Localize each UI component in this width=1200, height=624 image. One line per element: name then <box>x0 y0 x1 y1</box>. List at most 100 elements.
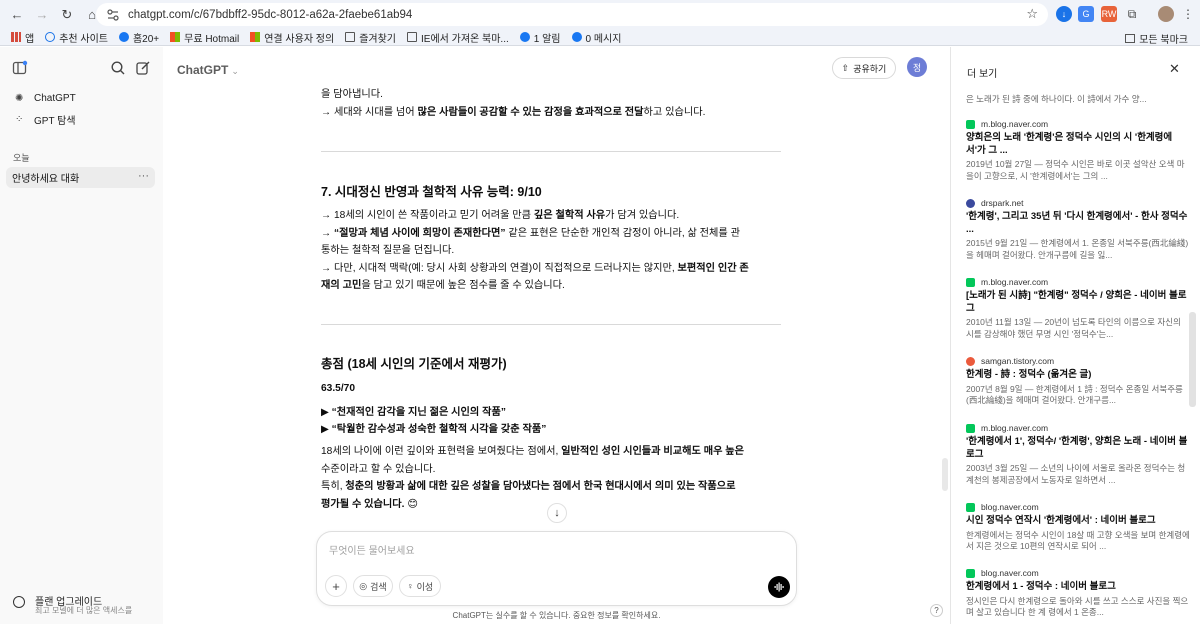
forward-icon[interactable]: → <box>31 4 53 26</box>
bookmark-home20[interactable]: 홈20+ <box>118 30 159 45</box>
bookmark-custom-links[interactable]: 연결 사용자 정의 <box>250 30 334 45</box>
bookmark-label: IE에서 가져온 북마... <box>421 33 509 45</box>
search-icon[interactable] <box>110 60 126 76</box>
windows-icon <box>250 32 261 42</box>
lightbulb-icon: ♀ <box>406 581 414 591</box>
folder-icon <box>345 32 356 42</box>
back-icon[interactable]: ← <box>6 4 28 26</box>
chat-main: ChatGPT ⌄ ⇧ 공유하기 정 을 담아냅니다. → 세대와 시대를 넘어 많… <box>163 47 950 624</box>
browser-toolbar: ← → ↻ ⌂ chatgpt.com/c/67bdbff2-95dc-8012… <box>0 0 1200 29</box>
chat-title: 안녕하세요 대화 <box>12 174 80 185</box>
source-card[interactable]: drspark.net '한계령', 그리고 35년 뒤 '다시 한계령에서' … <box>966 197 1190 261</box>
folder-icon <box>1125 34 1136 43</box>
message-composer[interactable]: 무엇이든 물어보세요 + ◎ 검색 ♀ 이성 <box>316 531 797 606</box>
message-text: → 다만, 시대적 맥락(예: 당시 사회 상황과의 연결)이 직접적으로 드러… <box>321 263 749 274</box>
facebook-icon <box>519 32 530 42</box>
disclaimer: ChatGPT는 실수를 할 수 있습니다. 중요한 정보를 확인하세요. <box>452 611 661 620</box>
share-icon: ⇧ <box>841 62 850 73</box>
naver-blog-icon <box>966 423 975 433</box>
source-card[interactable]: samgan.tistory.com 한계령 - 詩 : 정덕수 (옮겨온 글)… <box>966 355 1190 407</box>
panel-scrollbar[interactable] <box>1189 312 1196 407</box>
address-bar[interactable]: chatgpt.com/c/67bdbff2-95dc-8012-a62a-2f… <box>96 3 1048 26</box>
bookmark-recommended[interactable]: 추천 사이트 <box>45 30 108 45</box>
browser-menu-icon[interactable]: ⋮ <box>1180 6 1196 22</box>
sidebar-chat-item[interactable]: 안녕하세요 대화 ··· <box>6 167 155 188</box>
source-site: m.blog.naver.com <box>981 119 1049 129</box>
site-info-icon[interactable] <box>106 8 120 22</box>
bookmark-notifications[interactable]: 1 알림 <box>519 30 561 45</box>
sidebar: ✺ ChatGPT ⁘ GPT 탐색 오늘 안녕하세요 대화 ··· 플랜 업그… <box>0 47 163 624</box>
chat-options-icon[interactable]: ··· <box>138 170 149 182</box>
profile-avatar-icon[interactable] <box>1158 6 1174 22</box>
arrow-down-icon: ↓ <box>554 507 560 519</box>
extension-rw-icon[interactable]: RW <box>1101 6 1117 22</box>
divider <box>321 151 781 152</box>
source-card[interactable]: m.blog.naver.com 양희은의 노래 '한계령'은 정덕수 시인의 … <box>966 118 1190 182</box>
naver-blog-icon <box>966 502 975 512</box>
user-avatar[interactable]: 정 <box>907 57 927 77</box>
help-button[interactable]: ? <box>930 604 943 617</box>
bookmark-messages[interactable]: 0 메시지 <box>571 30 621 45</box>
bookmark-apps[interactable]: 앱 <box>11 30 34 45</box>
bookmark-favorites[interactable]: 즐겨찾기 <box>345 30 396 45</box>
share-button[interactable]: ⇧ 공유하기 <box>832 57 896 79</box>
grid-icon: ⁘ <box>15 113 24 125</box>
bullet-item: ▶ “탁월한 감수성과 성숙한 철학적 시각을 갖춘 작품” <box>321 424 547 435</box>
bookmark-star-icon[interactable]: ☆ <box>1026 6 1038 22</box>
bookmark-hotmail[interactable]: 무료 Hotmail <box>170 30 239 45</box>
source-desc: 정시인은 다시 한계령으로 돌아와 시를 쓰고 스스로 사진을 찍으며 살고 있… <box>966 595 1189 618</box>
source-desc: 2015년 9월 21일 — 한계령에서 1. 온종일 서북주릉(西北綸綫)을 … <box>966 238 1189 260</box>
panel-title: 더 보기 <box>967 69 998 80</box>
section-heading: 총점 (18세 시인의 기준에서 재평가) <box>321 357 507 371</box>
source-card[interactable]: blog.naver.com 시인 정덕수 연작시 '한계령에서' : 네이버 … <box>966 501 1190 553</box>
extension-download-icon[interactable]: ↓ <box>1056 6 1072 22</box>
naver-blog-icon <box>966 568 975 578</box>
extensions-puzzle-icon[interactable]: ⧉ <box>1124 6 1140 22</box>
scroll-down-button[interactable]: ↓ <box>547 503 567 523</box>
voice-waveform-icon <box>774 582 784 592</box>
source-site: blog.naver.com <box>981 502 1039 512</box>
source-title: 양희은의 노래 '한계령'은 정덕수 시인의 시 '한계령에서'가 그 ... <box>966 132 1173 156</box>
bullet-item: ▶ “천재적인 감각을 지닌 젊은 시인의 작품” <box>321 407 506 418</box>
search-button[interactable]: ◎ 검색 <box>353 575 393 597</box>
sidebar-item-chatgpt[interactable]: ✺ ChatGPT <box>8 87 156 109</box>
source-card[interactable]: m.blog.naver.com '한계령에서 1', 정덕수/ '한계령', … <box>966 422 1190 486</box>
source-desc: 한계령에서는 정덕수 시인이 18살 때 고향 오색을 보며 한계령에서 지은 … <box>966 529 1190 552</box>
composer-input[interactable]: 무엇이든 물어보세요 <box>329 542 415 557</box>
source-site: blog.naver.com <box>981 568 1039 578</box>
scrollbar[interactable] <box>942 458 948 491</box>
message-text: 통하는 철학적 질문을 던집니다. <box>321 245 455 256</box>
source-title: 한계령에서 1 - 정덕수 : 네이버 블로그 <box>966 581 1116 592</box>
model-selector[interactable]: ChatGPT ⌄ <box>177 63 239 77</box>
reason-button[interactable]: ♀ 이성 <box>399 575 441 597</box>
source-title: 한계령 - 詩 : 정덕수 (옮겨온 글) <box>966 369 1092 380</box>
naver-blog-icon <box>966 277 975 287</box>
source-title: '한계령에서 1', 정덕수/ '한계령', 양희은 노래 - 네이버 블로그 <box>966 436 1188 460</box>
message-text: 특히, 청춘의 방황과 삶에 대한 깊은 성찰을 담아냈다는 점에서 한국 현대… <box>321 481 736 492</box>
reload-icon[interactable]: ↻ <box>56 4 78 26</box>
attach-button[interactable]: + <box>325 575 347 597</box>
naver-blog-icon <box>966 119 975 129</box>
bookmark-label: 앱 <box>25 33 35 45</box>
reason-button-label: 이성 <box>416 581 434 592</box>
toggle-sidebar-icon[interactable] <box>12 60 28 76</box>
extension-translate-icon[interactable]: G <box>1078 6 1094 22</box>
sources-panel: 더 보기 ✕ 은 노래가 된 詩 중에 하나이다. 이 詩에서 가수 양... … <box>950 47 1200 624</box>
bookmark-label: 무료 Hotmail <box>184 33 240 45</box>
message-text: 평가될 수 있습니다. 😊 <box>321 499 418 510</box>
sidebar-item-explore-gpts[interactable]: ⁘ GPT 탐색 <box>8 108 156 130</box>
upgrade-icon <box>13 596 25 608</box>
new-chat-icon[interactable] <box>135 60 151 76</box>
apps-grid-icon <box>11 32 21 42</box>
model-name: ChatGPT <box>177 63 229 77</box>
upgrade-plan-button[interactable]: 플랜 업그레이드 최고 모델에 더 많은 액세스를 <box>12 590 158 616</box>
search-icon <box>45 32 56 42</box>
source-card[interactable]: blog.naver.com 한계령에서 1 - 정덕수 : 네이버 블로그 정… <box>966 567 1190 619</box>
source-card[interactable]: m.blog.naver.com [노래가 된 시詩] "한계령" 정덕수 / … <box>966 276 1190 340</box>
facebook-icon <box>118 32 129 42</box>
voice-mode-button[interactable] <box>768 576 790 598</box>
close-icon[interactable]: ✕ <box>1169 61 1180 77</box>
bookmark-ie-import[interactable]: IE에서 가져온 북마... <box>407 30 509 45</box>
message-text: → “절망과 체념 사이에 희망이 존재한다면” 같은 표현은 단순한 개인적 … <box>321 228 740 239</box>
all-bookmarks[interactable]: 모든 북마크 <box>1125 31 1188 46</box>
